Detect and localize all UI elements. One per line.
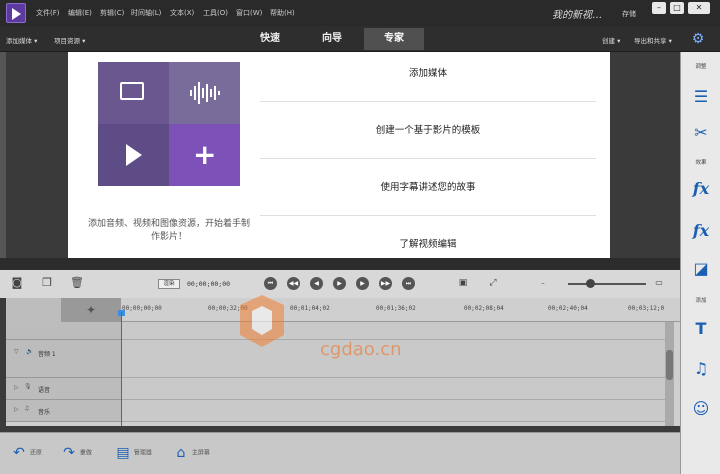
effects-label: 效果: [695, 160, 707, 166]
zoom-fit-icon[interactable]: ▭: [652, 276, 666, 290]
thumb-video: [98, 124, 169, 186]
zoom-out-icon[interactable]: –: [536, 276, 550, 290]
create-dropdown[interactable]: 创建 ▾: [602, 35, 620, 45]
menu-help[interactable]: 帮助(H): [270, 8, 295, 18]
minimize-button[interactable]: –: [652, 2, 666, 14]
menu-clip[interactable]: 剪辑(C): [100, 8, 124, 18]
music-note-icon: ♫: [24, 405, 30, 412]
adjust-sliders-icon[interactable]: ☰: [689, 86, 713, 108]
add-label: 添加: [695, 298, 707, 304]
thumb-photo: [98, 62, 169, 124]
close-button[interactable]: ✕: [688, 2, 710, 14]
watermark: cgdao.cn: [240, 295, 402, 360]
play-button-icon[interactable]: ▶: [333, 277, 346, 290]
waveform-icon: [190, 82, 220, 104]
audio-track-name: 音频 1: [38, 351, 56, 358]
timeline-divider: [0, 258, 680, 270]
tools-icon[interactable]: ✂: [689, 122, 713, 144]
goto-start-icon[interactable]: ⏮: [264, 277, 277, 290]
zoom-slider-track[interactable]: [568, 283, 646, 285]
graphics-smiley-icon[interactable]: ☺: [689, 398, 713, 420]
menu-window[interactable]: 窗口(W): [236, 8, 262, 18]
playhead-line[interactable]: [121, 312, 122, 426]
export-share-dropdown[interactable]: 导出和共享 ▾: [634, 35, 672, 45]
music-icon[interactable]: ♫: [689, 358, 713, 380]
video-track-header[interactable]: [6, 322, 121, 340]
speaker-icon[interactable]: 🔊: [26, 348, 33, 355]
welcome-caption: 添加音频、视频和图像资源，开始着手制作影片！: [87, 219, 250, 242]
project-title: 我的新视…: [552, 10, 602, 21]
scrollbar-thumb[interactable]: [666, 350, 673, 380]
trash-icon[interactable]: 🗑: [70, 276, 84, 290]
applied-effects-icon[interactable]: fx: [689, 178, 713, 200]
bottom-bar: ↶ 还原 ↷ 重做 ▤ 管理器 ⌂ 主屏幕: [0, 432, 680, 474]
zoom-slider-knob[interactable]: [586, 279, 595, 288]
save-button[interactable]: 存储: [622, 9, 636, 19]
menu-edit[interactable]: 编辑(E): [68, 8, 92, 18]
next-frame-icon[interactable]: ▶: [356, 277, 369, 290]
menu-file[interactable]: 文件(F): [36, 8, 60, 18]
film-strip-icon: ▤: [116, 445, 130, 461]
step-forward-icon[interactable]: ▶▶: [379, 277, 392, 290]
option-titles-story[interactable]: 使用字幕讲述您的故事: [260, 160, 596, 216]
timecode-display: 00;00;00;00: [187, 280, 231, 288]
ruler-marker-icon[interactable]: ✦: [61, 298, 121, 322]
menu-timeline[interactable]: 时间轴(L): [131, 8, 161, 18]
prev-frame-icon[interactable]: ◀: [310, 277, 323, 290]
titles-icon[interactable]: T: [689, 318, 713, 340]
watermark-text: cgdao.cn: [320, 339, 402, 360]
play-icon: [126, 144, 142, 166]
menu-text[interactable]: 文本(X): [170, 8, 194, 18]
home-icon: ⌂: [176, 445, 186, 461]
step-back-icon[interactable]: ◀◀: [287, 277, 300, 290]
expand-icon[interactable]: ▷: [14, 384, 19, 391]
adjust-label: 调整: [695, 64, 707, 70]
microphone-icon: 🎙: [24, 383, 32, 390]
organizer-button[interactable]: ▤ 管理器: [114, 441, 152, 465]
right-action-panel: 调整 ☰ ✂ 效果 fx fx ◪ 添加 T ♫ ☺: [680, 52, 720, 474]
camera-icon[interactable]: ◙: [10, 276, 24, 290]
watermark-logo-inner: [252, 306, 272, 335]
transitions-icon[interactable]: ◪: [689, 258, 713, 280]
music-track[interactable]: [121, 400, 665, 422]
collapse-icon[interactable]: ▽: [14, 348, 19, 355]
effects-icon[interactable]: fx: [689, 220, 713, 242]
render-button[interactable]: 渲染: [158, 279, 180, 289]
redo-button[interactable]: ↷ 重做: [60, 441, 92, 465]
music-track-header[interactable]: ▷ ♫ 音乐: [6, 400, 121, 422]
undo-button[interactable]: ↶ 还原: [10, 441, 42, 465]
option-add-media[interactable]: 添加媒体: [260, 46, 596, 102]
expand-icon[interactable]: ▷: [14, 406, 19, 413]
narration-track-name: 语音: [38, 387, 51, 394]
image-icon: [120, 82, 144, 100]
project-assets-dropdown[interactable]: 项目资源 ▾: [54, 35, 85, 45]
thumb-audio: [169, 62, 240, 124]
plus-icon: +: [193, 138, 217, 171]
ruler-tick: 00;00;00;00: [122, 305, 162, 312]
redo-icon: ↷: [63, 445, 75, 461]
menu-tools[interactable]: 工具(O): [203, 8, 228, 18]
fullscreen-icon[interactable]: ⤢: [486, 276, 500, 290]
audio-track-header[interactable]: ▽ 🔊 音频 1: [6, 340, 121, 378]
thumb-add[interactable]: +: [169, 124, 240, 186]
ruler-tick: 00;02;40;04: [548, 305, 588, 312]
ruler-tick: 00;03;12;0: [628, 305, 665, 312]
media-thumb-grid[interactable]: +: [98, 62, 240, 186]
add-media-dropdown[interactable]: 添加媒体 ▾: [6, 35, 37, 45]
home-button[interactable]: ⌂ 主屏幕: [172, 441, 210, 465]
narration-track-header[interactable]: ▷ 🎙 语音: [6, 378, 121, 400]
goto-end-icon[interactable]: ⏭: [402, 277, 415, 290]
maximize-button[interactable]: □: [670, 2, 684, 14]
music-track-name: 音乐: [38, 409, 51, 416]
option-movie-template[interactable]: 创建一个基于影片的模板: [260, 103, 596, 159]
narration-track[interactable]: [121, 378, 665, 400]
settings-gear-icon[interactable]: ⚙: [690, 31, 706, 47]
app-logo: [6, 3, 26, 23]
monitor-icon[interactable]: ▣: [456, 276, 470, 290]
copy-icon[interactable]: ❐: [40, 276, 54, 290]
undo-icon: ↶: [13, 445, 25, 461]
